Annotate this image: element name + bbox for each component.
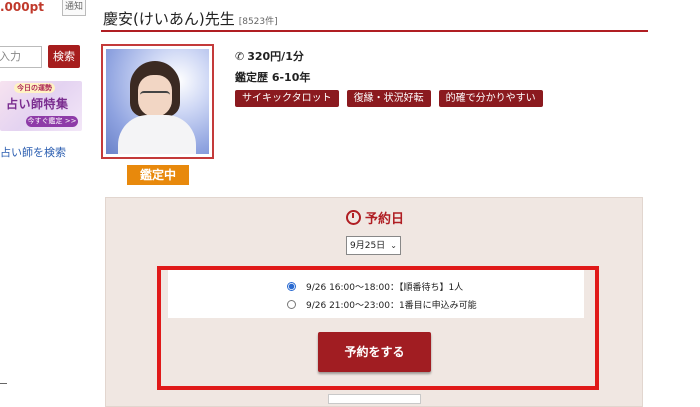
avatar [106, 49, 209, 154]
profile-photo[interactable] [101, 44, 214, 159]
specialty-tag: 復縁・状況好転 [346, 90, 431, 107]
experience-text: 鑑定歴 6-10年 [235, 71, 311, 84]
review-count[interactable]: [8523件] [239, 17, 278, 27]
reservation-heading: 予約日 [346, 208, 404, 227]
clock-icon [346, 210, 361, 225]
feature-banner[interactable]: 今日の運勢 占い師特集 今すぐ鑑定 >> [0, 81, 82, 131]
search-button[interactable]: 検索 [48, 45, 80, 68]
specialty-tag: 的確で分かりやすい [438, 90, 543, 107]
secondary-button[interactable] [328, 394, 421, 404]
specialty-tag: サイキックタロット [235, 90, 339, 107]
chevron-down-icon: ⌄ [390, 241, 397, 250]
highlight-annotation [157, 266, 599, 390]
status-badge: 鑑定中 [127, 165, 189, 185]
price-info: ✆ 320円/1分 [235, 48, 304, 64]
date-select[interactable]: 9月25日 ⌄ [346, 236, 401, 255]
banner-cta-button[interactable]: 今すぐ鑑定 >> [26, 116, 78, 127]
phone-icon: ✆ [235, 50, 245, 63]
specialty-tags: サイキックタロット 復縁・状況好転 的確で分かりやすい [235, 90, 543, 107]
banner-title: 占い師特集 [6, 97, 69, 111]
sidebar-divider [0, 383, 7, 384]
search-input[interactable]: 入力 [0, 46, 42, 68]
points-balance: .000pt [0, 0, 44, 14]
reservation-title: 予約日 [365, 212, 405, 227]
header-divider [101, 30, 648, 32]
date-select-value: 9月25日 [350, 241, 386, 251]
fortune-teller-name: 慶安(けいあん)先生 [103, 10, 235, 28]
notification-button[interactable]: 通知 [62, 0, 86, 16]
search-fortune-teller-link[interactable]: 占い師を検索 [0, 144, 66, 160]
price-text: 320円/1分 [247, 50, 304, 63]
page-title: 慶安(けいあん)先生 [8523件] [103, 8, 278, 29]
banner-tag: 今日の運勢 [14, 83, 55, 93]
